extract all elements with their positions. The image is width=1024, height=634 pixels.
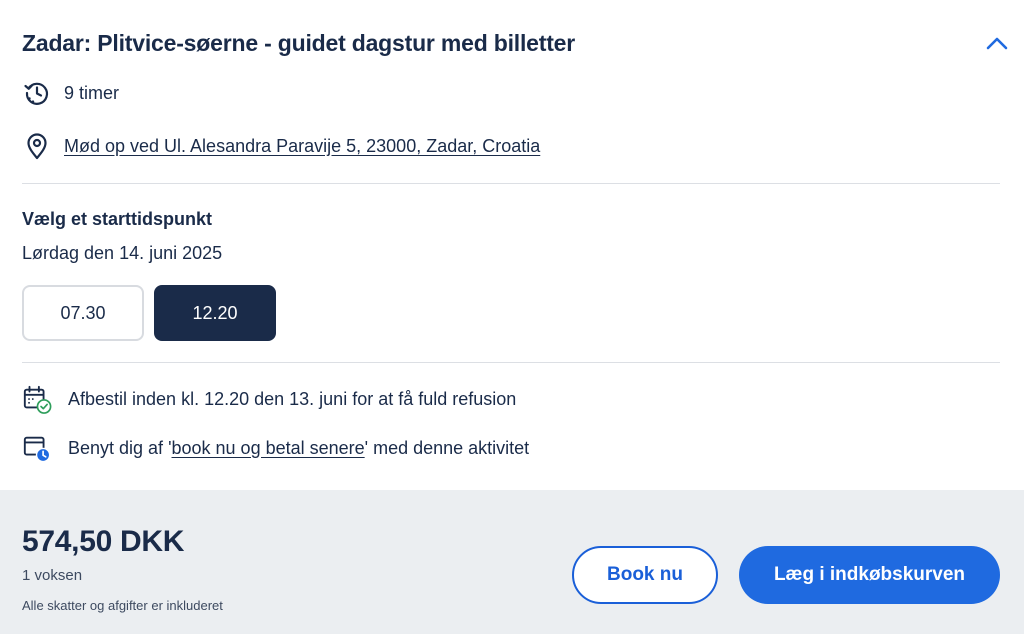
add-to-cart-button[interactable]: Læg i indkøbskurven [739,546,1000,604]
activity-title: Zadar: Plitvice-søerne - guidet dagstur … [22,30,576,56]
time-slot-1220-selected[interactable]: 12.20 [154,285,276,341]
taxes-note: Alle skatter og afgifter er inkluderet [22,598,223,613]
location-pin-icon [22,131,52,161]
collapse-button[interactable] [984,32,1010,54]
clock-history-icon [22,78,52,108]
participants-summary: 1 voksen [22,567,83,584]
start-time-label: Vælg et starttidspunkt [22,209,213,229]
calendar-check-icon [22,384,52,414]
time-slot-0730[interactable]: 07.30 [22,285,144,341]
book-later-text: Benyt dig af 'book nu og betal senere' m… [68,438,529,459]
booking-footer: 574,50 DKK 1 voksen Alle skatter og afgi… [0,490,1024,634]
divider [22,362,1000,363]
book-later-prefix: Benyt dig af ' [68,437,172,458]
meeting-point-row: Mød op ved Ul. Alesandra Paravije 5, 230… [22,131,540,161]
cancellation-row: Afbestil inden kl. 12.20 den 13. juni fo… [22,384,516,414]
book-now-button[interactable]: Book nu [572,546,718,604]
chevron-up-icon [986,37,1008,50]
meeting-point-link[interactable]: Mød op ved Ul. Alesandra Paravije 5, 230… [64,136,540,157]
duration-text: 9 timer [64,82,120,103]
total-price: 574,50 DKK [22,525,185,558]
activity-card: Zadar: Plitvice-søerne - guidet dagstur … [0,0,1024,634]
selected-date: Lørdag den 14. juni 2025 [22,243,223,263]
book-later-link[interactable]: book nu og betal senere [172,438,365,458]
cancellation-policy-text: Afbestil inden kl. 12.20 den 13. juni fo… [68,388,517,409]
duration-row: 9 timer [22,78,119,108]
book-now-pay-later-row: Benyt dig af 'book nu og betal senere' m… [22,433,529,463]
calendar-clock-icon [22,433,52,463]
divider [22,183,1000,184]
book-later-suffix: ' med denne aktivitet [364,437,530,458]
